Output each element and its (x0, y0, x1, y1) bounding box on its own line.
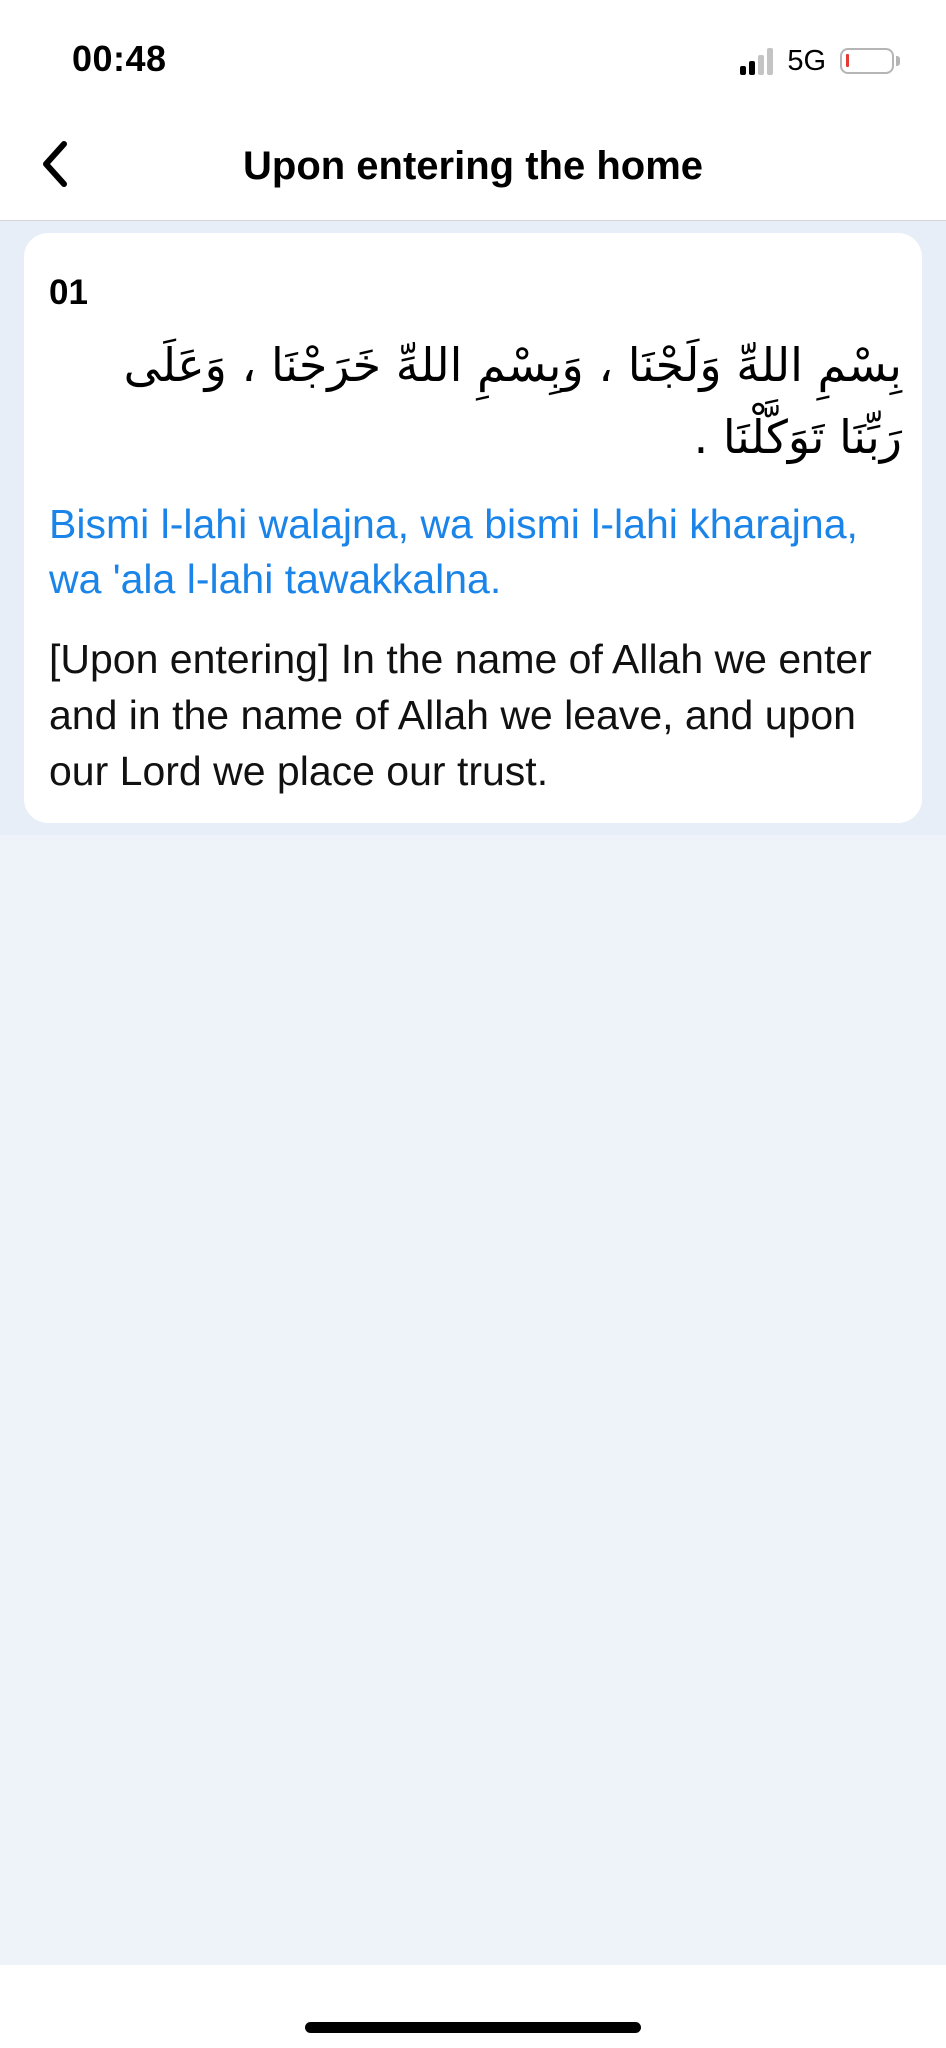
content-area: 01 بِسْمِ اللهِّ وَلَجْنَا ، وَبِسْمِ ال… (0, 221, 946, 1965)
battery-cap (896, 56, 900, 66)
battery-level (846, 54, 849, 67)
navigation-bar: Upon entering the home (0, 110, 946, 221)
dua-card: 01 بِسْمِ اللهِّ وَلَجْنَا ، وَبِسْمِ ال… (24, 233, 922, 823)
page-title: Upon entering the home (243, 144, 703, 188)
transliteration-text: Bismi l-lahi walajna, wa bismi l-lahi kh… (49, 501, 858, 602)
status-indicators: 5G (740, 44, 900, 78)
dua-number: 01 (49, 273, 88, 312)
status-time: 00:48 (72, 38, 167, 79)
battery-icon (840, 48, 894, 74)
home-indicator-area (0, 1965, 946, 2048)
arabic-text: بِسْمِ اللهِّ وَلَجْنَا ، وَبِسْمِ اللهِ… (123, 338, 902, 464)
network-type-label: 5G (787, 44, 826, 77)
status-bar: 00:48 5G (0, 0, 946, 110)
signal-strength-icon (740, 47, 774, 75)
home-indicator[interactable] (305, 2022, 641, 2033)
translation-text: [Upon entering] In the name of Allah we … (49, 636, 872, 794)
